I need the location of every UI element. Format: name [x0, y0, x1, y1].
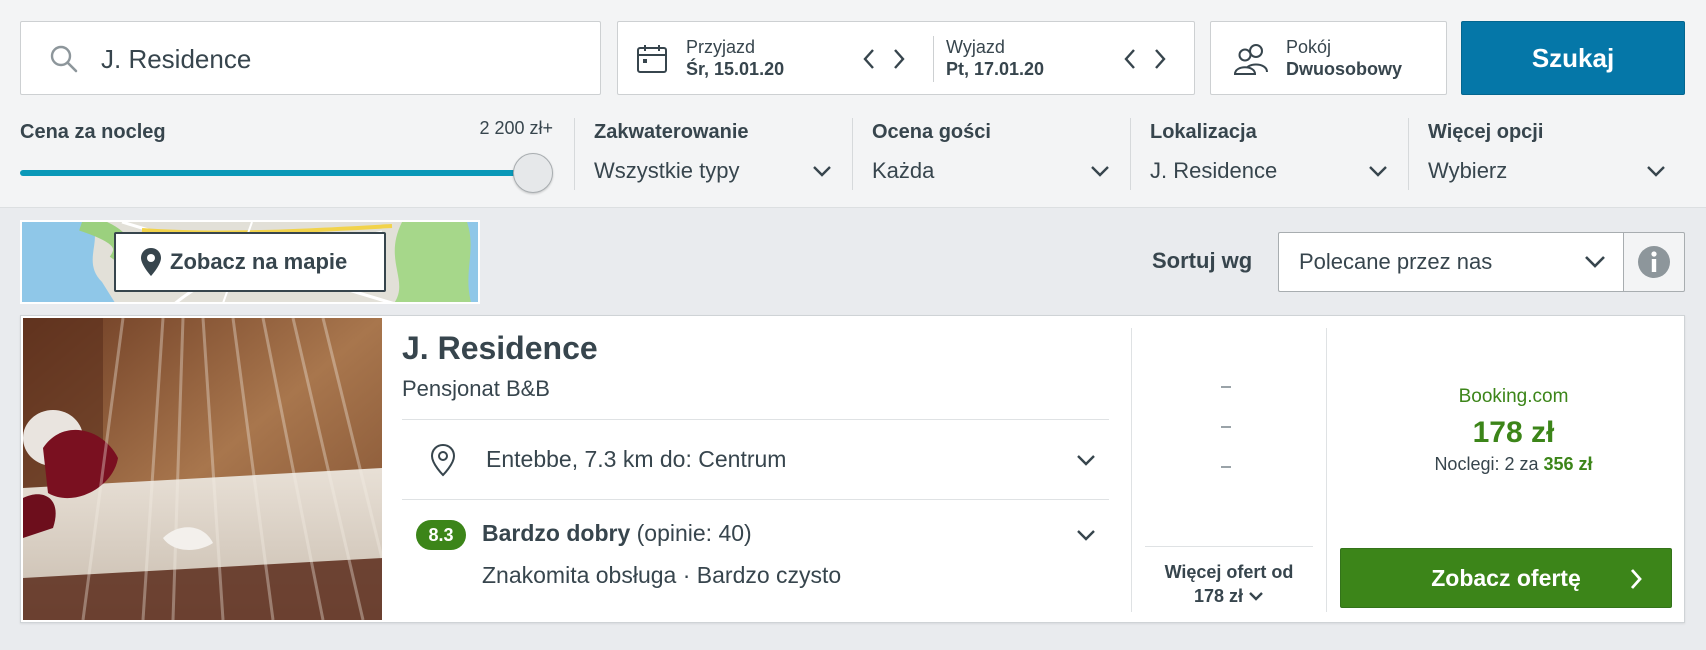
room-label: Pokój [1286, 37, 1332, 57]
rating-score-badge: 8.3 [416, 520, 466, 550]
location-filter-label: Lokalizacja [1150, 121, 1257, 143]
rating-filter-label: Ocena gości [872, 121, 991, 143]
divider [1145, 546, 1313, 547]
search-header: Przyjazd Śr, 15.01.20 Wyjazd Pt, 17.01.2… [0, 0, 1706, 208]
sort-label: Sortuj wg [1152, 248, 1253, 273]
view-deal-button[interactable]: Zobacz ofertę [1340, 548, 1672, 608]
empty-price-placeholder [1221, 386, 1231, 388]
checkin-label: Przyjazd [686, 37, 756, 57]
chevron-right-icon [894, 49, 905, 69]
checkin-prev-button[interactable] [859, 46, 879, 72]
search-icon [50, 45, 78, 73]
filter-divider [1130, 118, 1131, 190]
location-filter-value: J. Residence [1150, 158, 1278, 183]
destination-input[interactable] [101, 38, 581, 80]
location-text: Entebbe, 7.3 km do: Centrum [486, 446, 787, 472]
checkout-value: Pt, 17.01.20 [946, 59, 1045, 79]
chevron-down-icon [1077, 530, 1095, 541]
filter-divider [852, 118, 853, 190]
filter-divider [574, 118, 575, 190]
nights-prefix: Noclegi: 2 za [1434, 454, 1539, 474]
hotel-photo[interactable] [23, 318, 382, 620]
price-filter: Cena za nocleg 2 200 zł+ [20, 118, 553, 193]
accommodation-filter-value: Wszystkie typy [594, 158, 740, 183]
more-options-filter[interactable]: Więcej opcji Wybierz [1428, 118, 1666, 186]
guests-icon [1233, 44, 1268, 75]
price-max-value: 2 200 zł+ [479, 118, 553, 138]
destination-search-box[interactable] [20, 21, 601, 95]
divider [1131, 328, 1132, 612]
date-divider [933, 36, 934, 82]
partner-name: Booking.com [1458, 386, 1569, 407]
more-offers-label: Więcej ofert od [1164, 562, 1294, 582]
checkin-value: Śr, 15.01.20 [686, 59, 785, 79]
location-filter[interactable]: Lokalizacja J. Residence [1150, 118, 1388, 186]
chevron-down-icon [1585, 256, 1605, 268]
more-options-value: Wybierz [1428, 158, 1508, 183]
chevron-down-icon [1647, 166, 1665, 177]
empty-price-placeholder [1221, 466, 1231, 468]
accommodation-filter[interactable]: Zakwaterowanie Wszystkie typy [594, 118, 832, 186]
location-row[interactable]: Entebbe, 7.3 km do: Centrum [402, 420, 1109, 499]
hotel-result-card: J. Residence Pensjonat B&B Entebbe, 7.3 … [20, 315, 1685, 623]
rating-highlights: Znakomita obsługa · Bardzo czysto [482, 562, 842, 588]
rating-filter[interactable]: Ocena gości Każda [872, 118, 1110, 186]
view-deal-label: Zobacz ofertę [1431, 564, 1581, 591]
map-pin-icon [141, 248, 161, 276]
review-count: (opinie: 40) [636, 520, 752, 546]
more-offers-button[interactable]: Więcej ofert od 178 zł [1145, 560, 1313, 608]
filter-divider [1408, 118, 1409, 190]
chevron-down-icon [1249, 592, 1263, 601]
empty-price-placeholder [1221, 426, 1231, 428]
rating-filter-value: Każda [872, 158, 935, 183]
price-slider-handle[interactable] [513, 153, 553, 193]
hotel-name-link[interactable]: J. Residence [402, 330, 598, 367]
location-pin-icon [430, 443, 456, 476]
chevron-down-icon [813, 166, 831, 177]
info-icon [1638, 246, 1670, 278]
chevron-left-icon [863, 49, 874, 69]
chevron-right-icon [1630, 569, 1642, 589]
divider [1326, 328, 1327, 612]
room-value: Dwuosobowy [1286, 59, 1402, 79]
chevron-down-icon [1369, 166, 1387, 177]
chevron-down-icon [1091, 166, 1109, 177]
more-offers-price: 178 zł [1193, 586, 1244, 606]
total-price: Noclegi: 2 za 356 zł [1341, 454, 1686, 475]
price-filter-label: Cena za nocleg [20, 121, 166, 143]
nightly-price: 178 zł [1472, 416, 1555, 449]
sort-select[interactable]: Polecane przez nas [1278, 232, 1624, 292]
search-button[interactable]: Szukaj [1461, 21, 1685, 95]
calendar-icon [637, 45, 667, 73]
price-slider-track[interactable] [20, 170, 533, 176]
checkout-prev-button[interactable] [1120, 46, 1140, 72]
hotel-room-image [23, 318, 382, 620]
room-selector[interactable]: Pokój Dwuosobowy [1210, 21, 1447, 95]
chevron-right-icon [1155, 49, 1166, 69]
nights-total: 356 zł [1543, 454, 1593, 474]
view-on-map-label: Zobacz na mapie [170, 249, 348, 274]
date-picker[interactable]: Przyjazd Śr, 15.01.20 Wyjazd Pt, 17.01.2… [617, 21, 1195, 95]
checkout-label: Wyjazd [946, 37, 1005, 57]
checkout-field[interactable]: Wyjazd Pt, 17.01.20 [946, 36, 1044, 80]
checkout-next-button[interactable] [1150, 46, 1170, 72]
sort-info-button[interactable] [1623, 232, 1685, 292]
checkin-field[interactable]: Przyjazd Śr, 15.01.20 [686, 36, 784, 80]
rating-word: Bardzo dobry [482, 520, 631, 546]
chevron-down-icon [1077, 454, 1095, 466]
more-options-label: Więcej opcji [1428, 121, 1544, 143]
sort-value: Polecane przez nas [1299, 249, 1493, 274]
accommodation-filter-label: Zakwaterowanie [594, 121, 749, 143]
rating-summary: Bardzo dobry (opinie: 40) [482, 520, 752, 547]
rating-row[interactable]: 8.3 Bardzo dobry (opinie: 40) Znakomita … [402, 500, 1109, 620]
checkin-next-button[interactable] [889, 46, 909, 72]
chevron-left-icon [1124, 49, 1135, 69]
view-on-map-button[interactable]: Zobacz na mapie [114, 232, 386, 292]
hotel-type: Pensjonat B&B [402, 376, 550, 401]
